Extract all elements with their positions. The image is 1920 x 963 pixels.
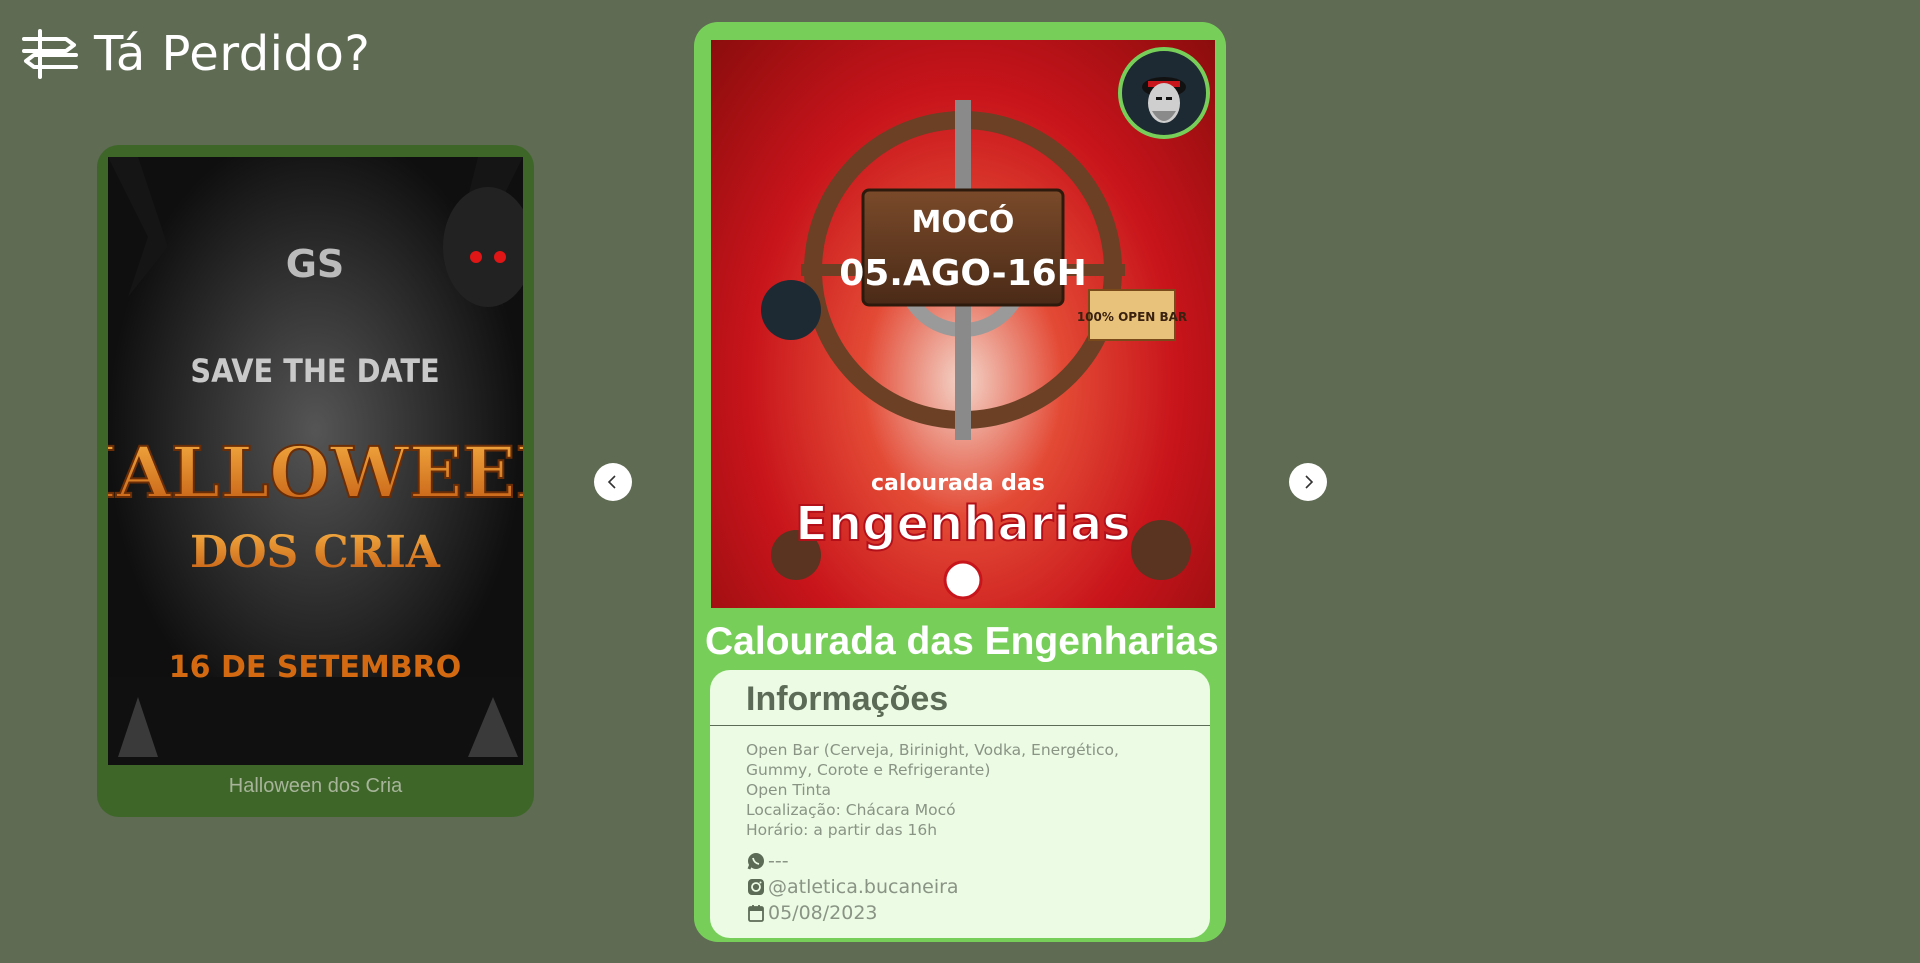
next-button[interactable] — [1289, 463, 1327, 501]
whatsapp-contact[interactable]: --- — [746, 848, 1210, 874]
event-card-halloween[interactable]: GS SAVE THE DATE HALLOWEEN DOS CRIA 16 D… — [97, 145, 534, 817]
poster-headline: HALLOWEEN — [108, 431, 523, 514]
poster-caption-big: Engenharias — [795, 496, 1131, 552]
poster-location: MOCÓ — [912, 203, 1015, 240]
poster-tagline: SAVE THE DATE — [190, 352, 439, 390]
poster-subheadline: DOS CRIA — [190, 527, 441, 578]
info-line: Open Tinta — [746, 781, 832, 799]
poster-brand: GS — [286, 242, 345, 286]
calendar-icon — [748, 905, 764, 922]
event-date: 05/08/2023 — [746, 900, 1210, 926]
info-line: Horário: a partir das 16h — [746, 821, 938, 839]
info-heading: Informações — [746, 680, 949, 718]
info-divider — [710, 725, 1210, 726]
event-title: Halloween dos Cria — [228, 775, 403, 797]
event-date-value: 05/08/2023 — [768, 902, 878, 924]
poster-badge: 100% OPEN BAR — [1077, 310, 1187, 324]
event-title: Calourada das Engenharias — [705, 620, 1219, 663]
contact-list: --- @atletica.bucaneira 05/08/2023 — [710, 848, 1210, 926]
signpost-icon — [22, 29, 78, 79]
previous-button[interactable] — [594, 463, 632, 501]
chevron-right-icon — [1305, 475, 1314, 489]
event-poster-image: MOCÓ 05.AGO-16H 100% OPEN BAR calourada … — [711, 40, 1215, 608]
event-card-calourada[interactable]: MOCÓ 05.AGO-16H 100% OPEN BAR calourada … — [694, 22, 1226, 942]
organizer-avatar[interactable] — [1118, 47, 1210, 139]
app-title: Tá Perdido? — [94, 26, 371, 82]
info-line: Open Bar (Cerveja, Birinight, Vodka, Ene… — [746, 741, 1119, 759]
event-info-panel: Informações Open Bar (Cerveja, Birinight… — [710, 670, 1210, 938]
poster-datetime: 05.AGO-16H — [839, 253, 1087, 294]
info-line: Gummy, Corote e Refrigerante) — [746, 761, 991, 779]
instagram-icon — [748, 879, 764, 895]
whatsapp-value: --- — [768, 850, 789, 872]
info-description: Open Bar (Cerveja, Birinight, Vodka, Ene… — [710, 740, 1210, 840]
whatsapp-icon — [747, 853, 764, 870]
app-logo[interactable]: Tá Perdido? — [18, 26, 370, 82]
instagram-handle: @atletica.bucaneira — [768, 876, 959, 898]
info-line: Localização: Chácara Mocó — [746, 801, 956, 819]
instagram-contact[interactable]: @atletica.bucaneira — [746, 874, 1210, 900]
chevron-left-icon — [607, 475, 616, 489]
poster-date: 16 DE SETEMBRO — [169, 650, 461, 685]
event-poster-image: GS SAVE THE DATE HALLOWEEN DOS CRIA 16 D… — [108, 157, 523, 765]
poster-caption-small: calourada das — [871, 471, 1045, 496]
